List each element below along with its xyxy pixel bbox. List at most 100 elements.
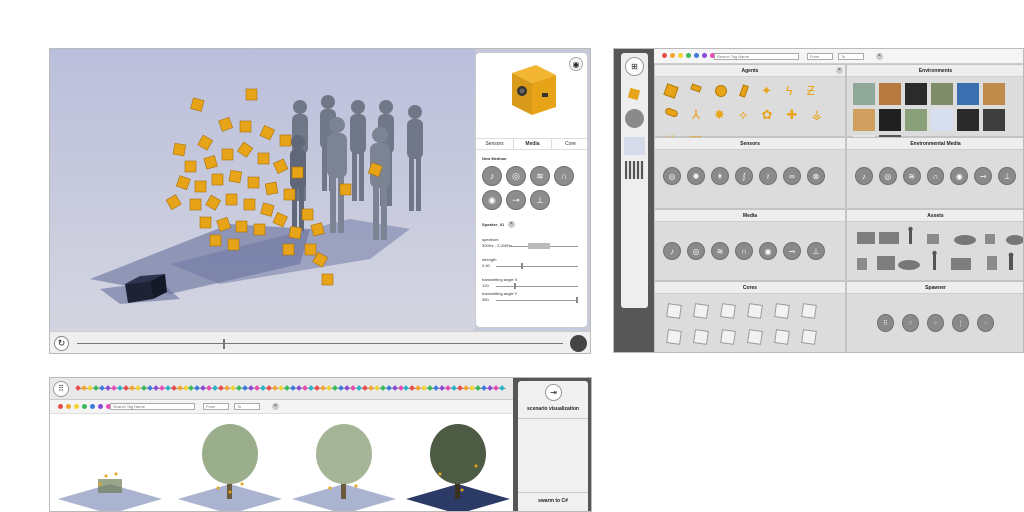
to-date-input[interactable]: To — [234, 403, 260, 410]
swarm-category-icon[interactable] — [625, 109, 644, 128]
strength-slider[interactable] — [496, 266, 578, 267]
keyframe-marker[interactable] — [122, 385, 129, 391]
emitter-icon[interactable]: ⊸ — [783, 242, 801, 260]
stage-preview-3[interactable] — [292, 424, 396, 512]
spectrum-range-handle[interactable] — [528, 243, 550, 249]
heat-icon[interactable]: ≋ — [530, 166, 550, 186]
stage-preview-2[interactable] — [178, 424, 282, 512]
sprinkler-icon[interactable]: ⊥ — [807, 242, 825, 260]
agent-cube-icon[interactable] — [663, 83, 679, 99]
keyframe-marker[interactable] — [93, 385, 99, 391]
keyframe-marker[interactable] — [128, 385, 135, 391]
agent-capsule-icon[interactable] — [664, 106, 679, 119]
color-filter-dot[interactable] — [66, 404, 71, 409]
agent-star-icon[interactable]: ✦ — [761, 84, 772, 97]
keyframe-marker[interactable] — [176, 385, 183, 391]
grid-spawner-icon[interactable]: ⠿ — [877, 314, 894, 332]
pair-sensor-icon[interactable]: ∞ — [783, 167, 801, 185]
heat-icon[interactable]: ≋ — [902, 167, 921, 185]
keyframe-marker[interactable] — [146, 385, 153, 391]
environment-thumbnail[interactable] — [879, 109, 901, 131]
speaker-icon[interactable]: ♪ — [663, 242, 681, 260]
keyframe-marker[interactable] — [308, 385, 314, 391]
keyframe-marker[interactable] — [266, 385, 272, 391]
keyframe-marker[interactable] — [355, 385, 362, 391]
keyframe-marker[interactable] — [314, 385, 320, 391]
timeline-playhead[interactable] — [222, 339, 225, 349]
agent-shard-icon[interactable]: ⟡ — [739, 108, 748, 121]
sound-wave-icon[interactable]: ◎ — [506, 166, 526, 186]
keyframe-marker[interactable] — [134, 385, 141, 391]
timeline-scrubber[interactable] — [77, 343, 563, 344]
keyframe-marker[interactable] — [110, 385, 117, 391]
color-filter-dot[interactable] — [686, 53, 691, 58]
core-icon[interactable] — [801, 303, 817, 319]
core-icon[interactable] — [774, 329, 790, 345]
wave-sensor-icon[interactable]: ≀ — [759, 167, 777, 185]
keyframe-marker[interactable] — [487, 385, 493, 391]
keyframe-marker[interactable] — [499, 385, 505, 391]
agent-bolt-icon[interactable]: ϟ — [786, 84, 793, 97]
keyframe-marker[interactable] — [278, 385, 284, 391]
color-filter-dot[interactable] — [662, 53, 667, 58]
keyframe-marker[interactable] — [349, 385, 356, 391]
sprinkler-icon[interactable]: ⊥ — [998, 167, 1017, 185]
keyframe-marker[interactable] — [248, 385, 255, 391]
sprinkler-icon[interactable]: ⊥ — [530, 190, 550, 210]
environment-thumbnail[interactable] — [957, 109, 979, 131]
emitter-icon[interactable]: ⊸ — [506, 190, 526, 210]
color-filter-dot[interactable] — [98, 404, 103, 409]
eye-icon[interactable]: ◉ — [569, 57, 583, 71]
strength-slider-knob[interactable] — [521, 263, 523, 269]
color-filter-dot[interactable] — [90, 404, 95, 409]
environment-thumbnail[interactable] — [931, 109, 953, 131]
environment-category-icon[interactable] — [624, 137, 645, 155]
keyframe-marker[interactable] — [296, 385, 302, 391]
keyframe-marker[interactable] — [284, 385, 290, 391]
keyframe-marker[interactable] — [152, 385, 159, 391]
angle-y-slider-knob[interactable] — [576, 297, 578, 303]
magnet-icon[interactable]: ∩ — [554, 166, 574, 186]
agent-plus-icon[interactable]: ✚ — [786, 108, 797, 121]
color-filter-dot[interactable] — [74, 404, 79, 409]
keyframe-marker[interactable] — [493, 385, 499, 391]
keyframe-marker[interactable] — [379, 385, 386, 391]
angle-x-slider-knob[interactable] — [514, 283, 516, 289]
radar-icon[interactable]: ◉ — [759, 242, 777, 260]
heat-icon[interactable]: ≋ — [711, 242, 729, 260]
environment-thumbnail[interactable] — [931, 83, 953, 105]
keyframe-marker[interactable] — [337, 385, 344, 391]
from-date-input[interactable]: From — [203, 403, 229, 410]
random-spawner-icon[interactable]: ⁖ — [977, 314, 994, 332]
tab-sensors[interactable]: Sensors — [476, 139, 513, 149]
scenario-stage-previews[interactable] — [50, 414, 513, 512]
agent-flat-icon[interactable] — [690, 83, 702, 93]
keyframe-marker[interactable] — [170, 385, 177, 391]
from-date-input[interactable]: From — [807, 53, 833, 60]
asset-grid[interactable] — [847, 222, 1024, 280]
core-icon[interactable] — [747, 329, 763, 345]
color-filter-dot[interactable] — [694, 53, 699, 58]
core-icon[interactable] — [693, 329, 709, 345]
core-icon[interactable] — [693, 303, 709, 319]
color-filter-dot[interactable] — [678, 53, 683, 58]
lens-sensor-icon[interactable]: ⊗ — [807, 167, 825, 185]
search-input[interactable]: Search Tag Name — [714, 53, 799, 60]
core-icon[interactable] — [666, 329, 682, 345]
environment-thumbnail[interactable] — [983, 109, 1005, 131]
keyframe-marker[interactable] — [87, 385, 93, 391]
keyframe-marker[interactable] — [320, 385, 326, 391]
keyframe-marker[interactable] — [116, 385, 123, 391]
keyframe-marker[interactable] — [481, 385, 487, 391]
agent-flower-icon[interactable]: ✿ — [761, 108, 772, 121]
color-filter-dot[interactable] — [702, 53, 707, 58]
radar-icon[interactable]: ◉ — [950, 167, 969, 185]
environment-thumbnail[interactable] — [905, 109, 927, 131]
close-icon[interactable]: × — [508, 221, 515, 228]
keyframe-marker[interactable] — [325, 385, 332, 391]
environment-thumbnail[interactable] — [957, 83, 979, 105]
agent-zigzag-icon[interactable]: Ƶ — [807, 84, 815, 97]
3d-scene-viewport[interactable] — [50, 49, 475, 331]
keyframe-marker[interactable] — [469, 385, 475, 391]
agent-prop-icon[interactable]: ⚶ — [811, 108, 822, 121]
